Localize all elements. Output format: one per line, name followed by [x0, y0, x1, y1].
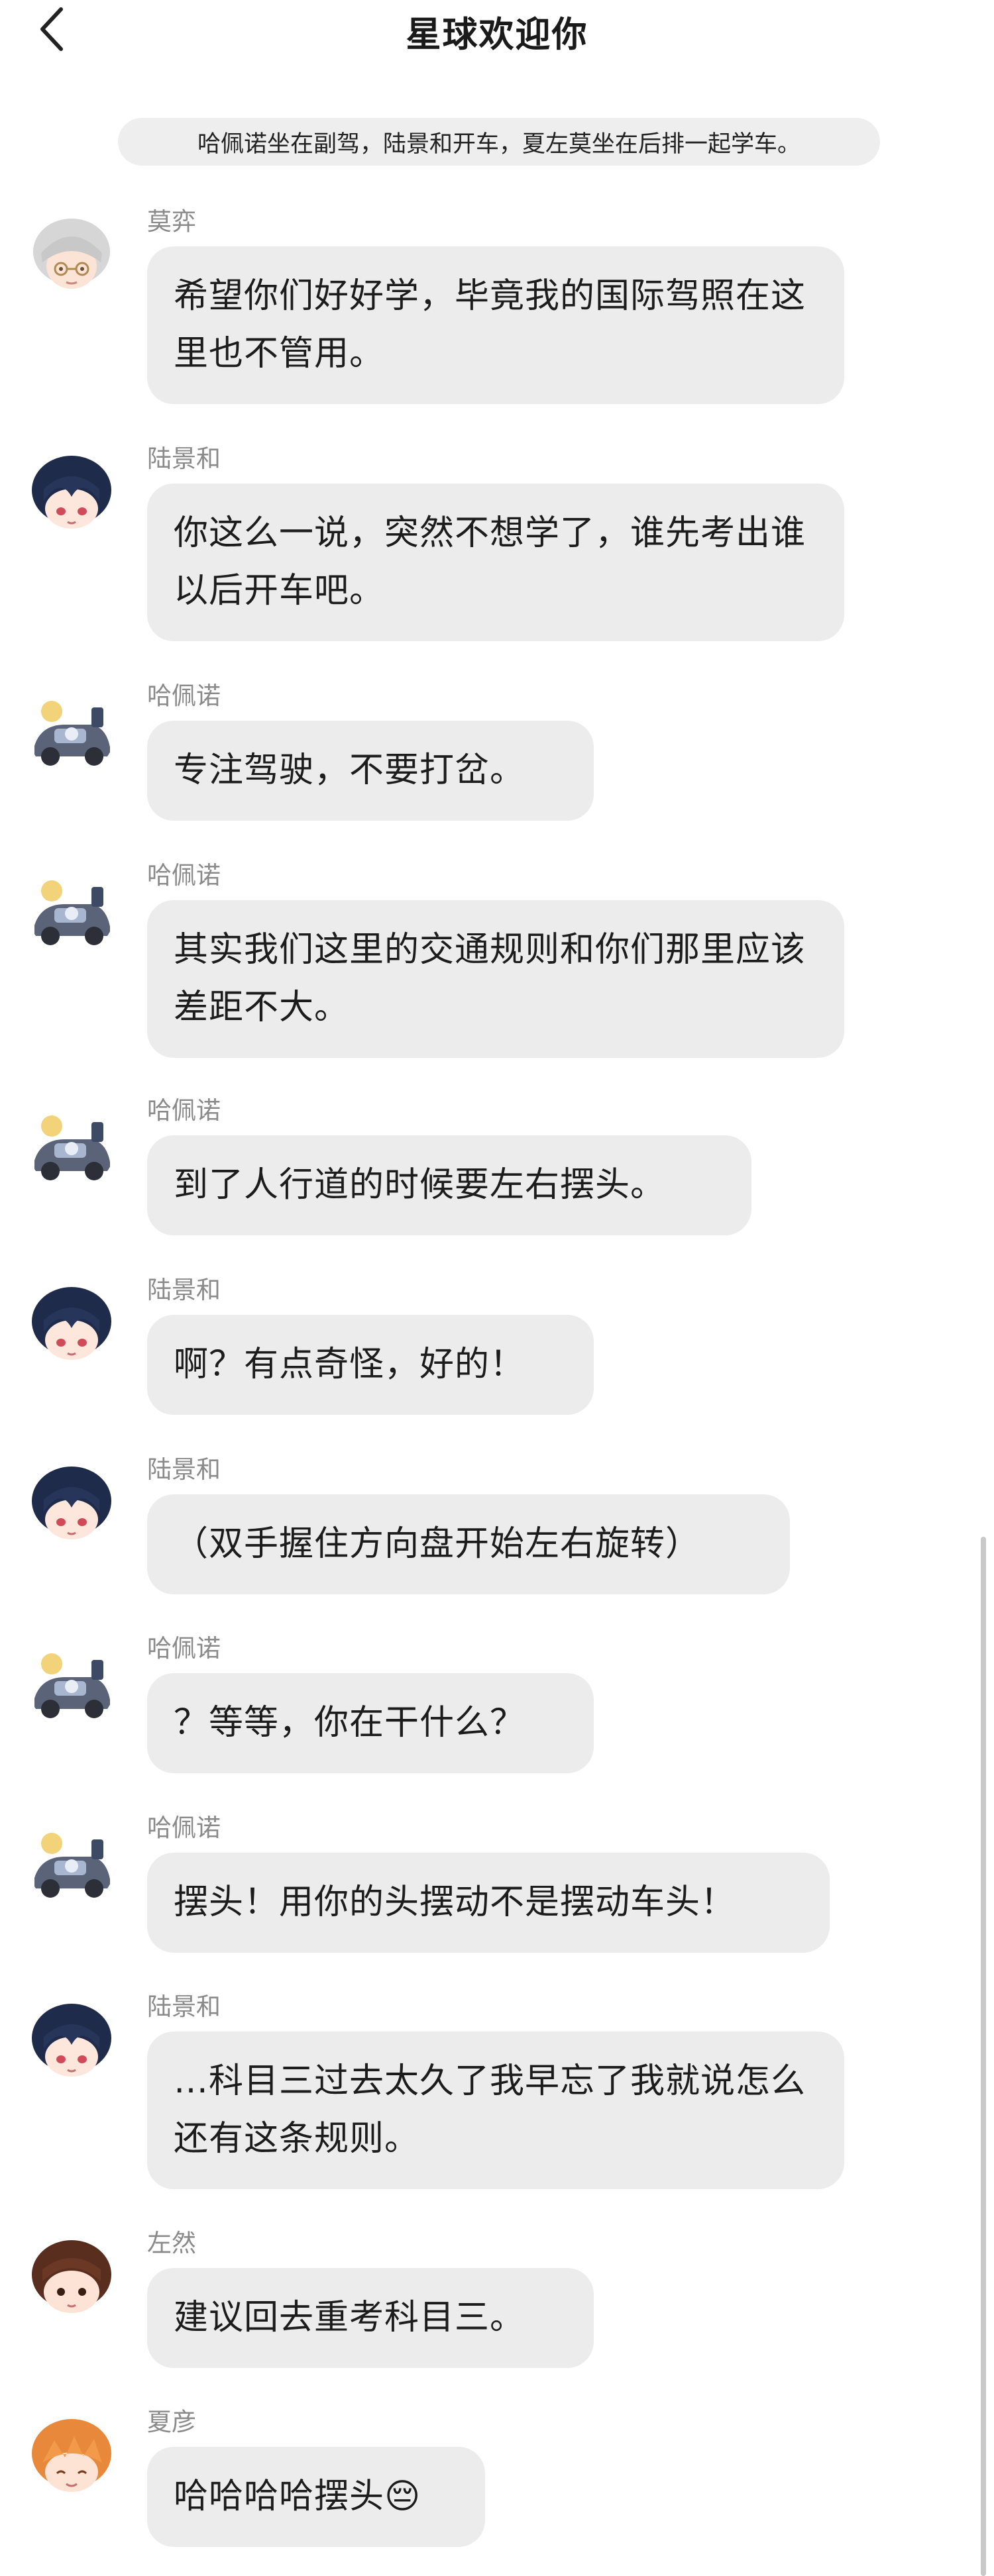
- message-bubble[interactable]: 摆头！用你的头摆动不是摆动车头！: [147, 1853, 830, 1953]
- message-bubble[interactable]: 专注驾驶，不要打岔。: [147, 721, 594, 821]
- message-bubble[interactable]: （双手握住方向盘开始左右旋转）: [147, 1494, 790, 1594]
- avatar[interactable]: [28, 1282, 115, 1369]
- sender-name: 夏彦: [147, 2408, 196, 2436]
- sender-name: 哈佩诺: [147, 682, 221, 710]
- message-bubble[interactable]: 建议回去重考科目三。: [147, 2268, 594, 2368]
- avatar[interactable]: [28, 867, 115, 954]
- avatar-moyi-icon: [28, 213, 115, 301]
- avatar[interactable]: [28, 1640, 115, 1727]
- message-bubble[interactable]: 希望你们好好学，毕竟我的国际驾照在这里也不管用。: [147, 246, 844, 404]
- avatar-lujinghe-icon: [28, 1998, 115, 2086]
- sender-name: 哈佩诺: [147, 1634, 221, 1663]
- message-bubble[interactable]: 哈哈哈哈摆头😔: [147, 2447, 485, 2547]
- sender-name: 左然: [147, 2229, 196, 2257]
- avatar-hapeinuo-icon: [28, 867, 115, 954]
- message-bubble[interactable]: ？等等，你在干什么？: [147, 1673, 594, 1773]
- avatar-hapeinuo-icon: [28, 688, 115, 775]
- sender-name: 陆景和: [147, 1455, 221, 1484]
- sender-name: 莫弈: [147, 207, 196, 236]
- message-bubble[interactable]: 啊？有点奇怪，好的！: [147, 1315, 594, 1415]
- avatar[interactable]: [28, 213, 115, 301]
- avatar-hapeinuo-icon: [28, 1820, 115, 1907]
- avatar-zuoran-icon: [28, 2235, 115, 2322]
- message-bubble[interactable]: 你这么一说，突然不想学了，谁先考出谁以后开车吧。: [147, 484, 844, 641]
- avatar-lujinghe-icon: [28, 450, 115, 538]
- sender-name: 陆景和: [147, 444, 221, 473]
- avatar-hapeinuo-icon: [28, 1640, 115, 1727]
- system-notice: 哈佩诺坐在副驾，陆景和开车，夏左莫坐在后排一起学车。: [118, 118, 880, 166]
- avatar[interactable]: [28, 1461, 115, 1549]
- sender-name: 陆景和: [147, 1276, 221, 1304]
- avatar-xiayan-icon: [28, 2414, 115, 2501]
- sender-name: 哈佩诺: [147, 1814, 221, 1842]
- avatar-lujinghe-icon: [28, 1282, 115, 1369]
- scrollbar[interactable]: [981, 1537, 986, 2576]
- message-bubble[interactable]: 其实我们这里的交通规则和你们那里应该差距不大。: [147, 900, 844, 1058]
- avatar[interactable]: [28, 2414, 115, 2501]
- avatar[interactable]: [28, 1102, 115, 1190]
- message-bubble[interactable]: 到了人行道的时候要左右摆头。: [147, 1135, 751, 1235]
- avatar[interactable]: [28, 1998, 115, 2086]
- message-bubble[interactable]: …科目三过去太久了我早忘了我就说怎么还有这条规则。: [147, 2032, 844, 2189]
- chat-title: 星球欢迎你: [406, 15, 588, 55]
- sender-name: 哈佩诺: [147, 861, 221, 890]
- avatar[interactable]: [28, 688, 115, 775]
- avatar[interactable]: [28, 2235, 115, 2322]
- sender-name: 哈佩诺: [147, 1096, 221, 1125]
- avatar-hapeinuo-icon: [28, 1102, 115, 1190]
- sender-name: 陆景和: [147, 1992, 221, 2021]
- avatar-lujinghe-icon: [28, 1461, 115, 1549]
- avatar[interactable]: [28, 1820, 115, 1907]
- avatar[interactable]: [28, 450, 115, 538]
- chat-header: 星球欢迎你: [0, 0, 994, 61]
